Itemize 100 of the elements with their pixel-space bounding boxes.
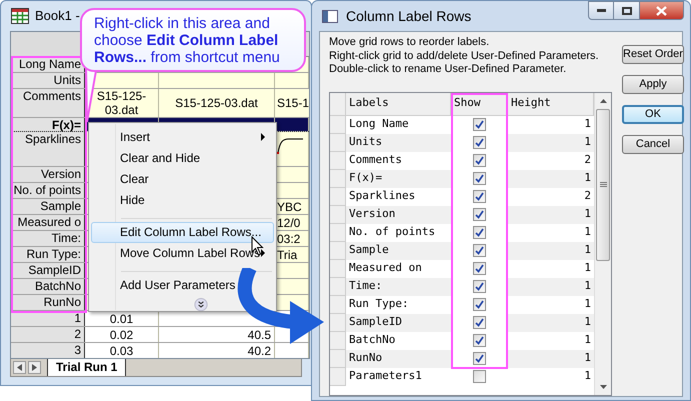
dialog-icon [322,10,338,22]
maximize-icon [622,6,632,14]
table-cell-text: 1 [583,350,592,366]
table-cell-text: 1 [583,170,592,186]
close-button[interactable] [640,1,684,20]
table-cell [275,279,309,294]
checkbox[interactable] [473,280,486,293]
table-cell: 40.5 [159,327,275,342]
table-cell-text: Comments [348,152,403,168]
table-cell: 0.02 [85,327,159,342]
table-cell-text: 1 [583,206,592,222]
vertical-scrollbar[interactable] [594,92,611,394]
maximize-button[interactable] [614,1,640,20]
checkbox[interactable] [473,154,486,167]
table-cell-text: Units [348,134,384,150]
checkbox[interactable] [473,352,486,365]
sheet-tab[interactable]: Trial Run 1 [47,359,126,376]
dialog-title: Column Label Rows [346,6,472,26]
table-cell-text: 1 [583,134,592,150]
table-cell-text: RunNo [348,350,384,366]
checkbox[interactable] [473,298,486,311]
scrollbar-thumb[interactable] [596,108,610,260]
scroll-down-icon [600,384,606,388]
row-header [330,152,346,170]
row-header [330,188,346,206]
checkbox[interactable] [473,136,486,149]
checkbox[interactable] [473,118,486,131]
scroll-up-icon [600,98,606,102]
checkbox[interactable] [473,208,486,221]
checkbox[interactable] [473,226,486,239]
table-cell-text: 1 [583,296,592,312]
window-title: Book1 - [35,7,80,26]
menu-item[interactable]: Clear and Hide [91,148,274,169]
table-cell-text: Sparklines [348,188,416,204]
checkbox[interactable] [473,262,486,275]
table-cell: 40.2 [159,343,275,358]
row-label: 3 [11,343,85,358]
row-label: Sample [11,199,85,214]
row-header [330,260,346,278]
grip-icon [600,182,606,188]
checkbox[interactable] [473,370,486,383]
instruction-text: Move grid rows to reorder labels. [329,36,490,50]
scroll-left-button[interactable] [13,361,26,374]
row-label: Measured o [11,215,85,230]
sparkline [277,136,303,156]
checkbox[interactable] [473,244,486,257]
scroll-right-button[interactable] [28,361,41,374]
minimize-button[interactable] [588,1,614,20]
expand-chevron-icon [194,298,208,312]
table-cell-text: 2 [583,188,592,204]
menu-item[interactable]: Hide [91,189,274,210]
row-header [330,368,346,386]
dialog-button[interactable]: OK [622,105,684,124]
table-cell: S15-1 [275,89,309,117]
checkbox[interactable] [473,172,486,185]
row-label: RunNo [11,295,85,310]
table-cell-text: Long Name [348,116,410,132]
table-cell-text: 1 [583,116,592,132]
checkbox[interactable] [473,334,486,347]
table-cell-text: F(x)= [348,170,384,186]
row-label: Version [11,167,85,182]
menu-item[interactable]: Edit Column Label Rows... [91,222,274,243]
menu-item[interactable]: Add User Parameters [91,275,274,296]
table-cell-text: 1 [583,368,592,384]
dialog-button[interactable]: Reset Order [622,45,684,64]
column-header: Show [451,92,508,114]
table-cell-text: Run Type: [348,296,410,312]
row-label: BatchNo [11,279,85,294]
table-cell-text: 1 [583,260,592,276]
dialog-button[interactable]: Cancel [622,135,684,154]
table-cell-text: 1 [583,314,592,330]
menu-item[interactable]: Insert [91,127,274,148]
row-label: No. of points [11,183,85,198]
table-cell-text: 1 [583,242,592,258]
table-cell-text: Version [348,206,396,222]
submenu-arrow-icon [261,133,265,142]
table-cell: YBC [275,199,309,214]
table-cell-text: 2 [583,152,592,168]
row-label: 2 [11,327,85,342]
column-header: Labels [346,92,451,114]
checkbox[interactable] [473,316,486,329]
table-cell-text: SampleID [348,314,403,330]
row-label: Comments [11,89,85,117]
worksheet-grid-icon [11,8,29,24]
row-header [330,332,346,350]
row-label: Time: [11,231,85,246]
checkbox[interactable] [473,190,486,203]
callout-text: Right-click in this area and choose Edit Column Label Rows... from shortcut menu [94,14,281,66]
menu-item[interactable]: Clear [91,168,274,190]
table-cell [275,263,309,278]
table-cell [275,183,309,198]
dialog-button[interactable]: Apply [622,75,684,94]
instruction-text: Right-click grid to add/delete User-Defined Parameters. [329,50,600,63]
table-cell-text: 1 [583,332,592,348]
table-cell: 12/0 [275,215,309,230]
row-label: Run Type: [11,247,85,262]
table-cell-text: Measured on [348,260,423,276]
table-cell-text: Sample [348,242,390,258]
left-arrow-icon [17,364,22,371]
right-arrow-icon [32,364,37,371]
